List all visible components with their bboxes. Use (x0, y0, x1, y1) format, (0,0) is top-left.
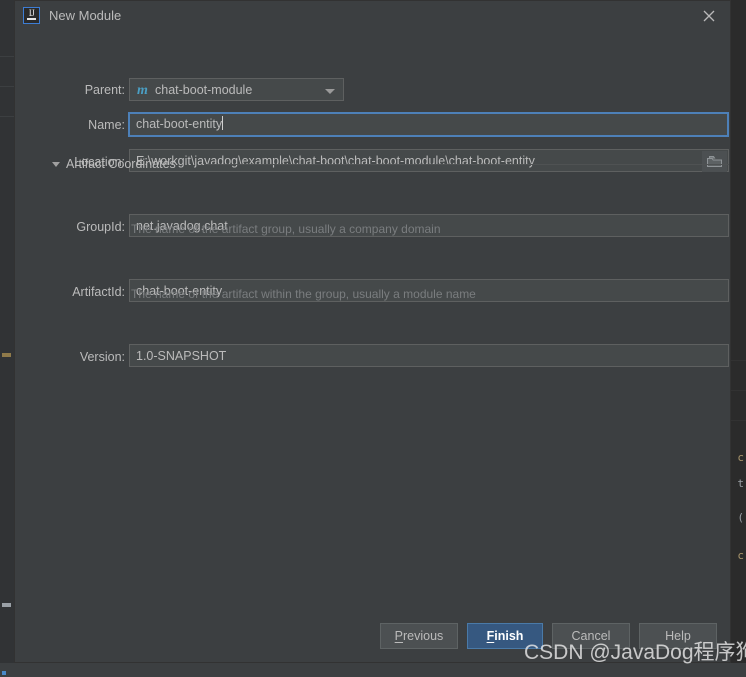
artifact-coordinates-label: Artifact Coordinates (66, 157, 176, 171)
name-label: Name: (88, 118, 125, 132)
version-input-value: 1.0-SNAPSHOT (136, 349, 227, 363)
folder-icon[interactable] (702, 151, 727, 172)
name-input-value: chat-boot-entity (136, 117, 223, 131)
cancel-button[interactable]: Cancel (552, 623, 630, 649)
close-icon[interactable] (694, 4, 724, 28)
dialog-titlebar: IJ New Module (15, 1, 730, 31)
parent-dropdown[interactable]: m chat-boot-module (129, 78, 344, 101)
screen-root: c t ( c IJ New Module Parent: m chat-boo… (0, 0, 746, 677)
background-code-fragment: ( (737, 511, 744, 524)
previous-button-label-rest: revious (403, 629, 444, 643)
triangle-down-icon[interactable] (52, 162, 60, 167)
background-status-bar (0, 663, 746, 677)
group-id-hint: The name of the artifact group, usually … (131, 222, 441, 236)
version-input[interactable]: 1.0-SNAPSHOT (129, 344, 729, 367)
intellij-idea-icon: IJ (23, 7, 40, 24)
background-code-fragment: c (737, 549, 744, 562)
help-button[interactable]: Help (639, 623, 717, 649)
status-indicator (2, 671, 6, 675)
dialog-title: New Module (49, 8, 122, 23)
background-editor-strip: c t ( c (731, 0, 746, 677)
previous-button-mnemonic: P (394, 629, 404, 643)
artifact-id-hint: The name of the artifact within the grou… (131, 287, 476, 301)
maven-module-icon: m (137, 83, 148, 98)
finish-button-label-rest: inish (494, 629, 524, 643)
background-icon-chip (2, 603, 11, 607)
version-label: Version: (79, 350, 125, 364)
parent-dropdown-value: chat-boot-module (155, 83, 253, 97)
background-icon-chip (2, 353, 11, 357)
parent-label: Parent: (84, 83, 125, 97)
location-input-value: E:\workgit\javadog\example\chat-boot\cha… (136, 154, 535, 168)
previous-button[interactable]: Previous (380, 623, 458, 649)
finish-button[interactable]: Finish (467, 623, 543, 649)
chevron-down-icon (325, 89, 335, 94)
background-code-fragment: t (737, 477, 744, 490)
new-module-dialog: IJ New Module Parent: m chat-boot-module… (14, 0, 731, 663)
background-code-fragment: c (737, 451, 744, 464)
location-input[interactable]: E:\workgit\javadog\example\chat-boot\cha… (129, 149, 729, 172)
section-divider (204, 164, 729, 165)
group-id-label: GroupId: (76, 220, 125, 234)
name-input[interactable]: chat-boot-entity (128, 112, 729, 137)
text-caret (222, 116, 224, 130)
artifact-id-label: ArtifactId: (72, 285, 125, 299)
background-left-panel (0, 0, 14, 677)
